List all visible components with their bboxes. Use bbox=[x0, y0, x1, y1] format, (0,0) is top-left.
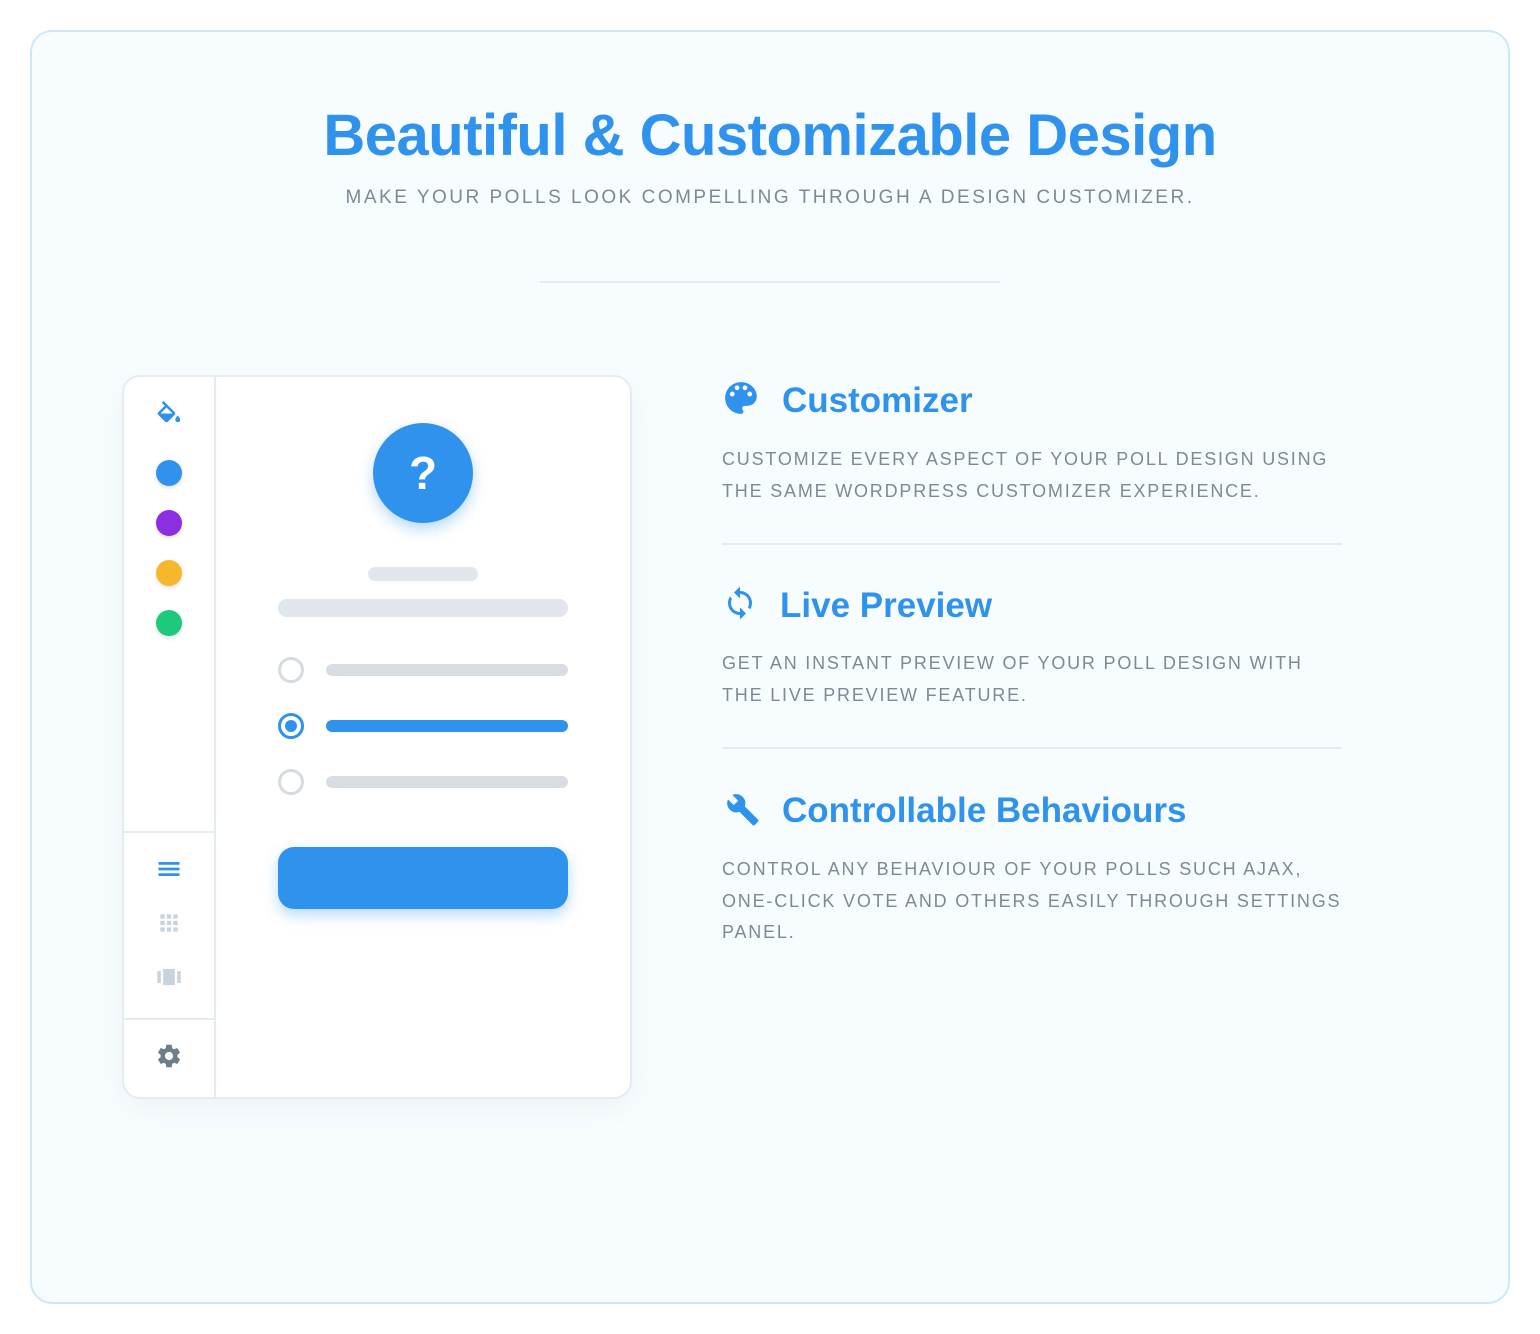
skeleton-subtitle bbox=[368, 567, 478, 581]
carousel-icon[interactable] bbox=[155, 963, 183, 996]
feature-desc: CONTROL ANY BEHAVIOUR OF YOUR POLLS SUCH… bbox=[722, 854, 1342, 949]
wrench-icon bbox=[722, 789, 760, 832]
feature-desc: CUSTOMIZE EVERY ASPECT OF YOUR POLL DESI… bbox=[722, 444, 1342, 507]
sidebar-colors-section bbox=[124, 377, 214, 833]
gear-icon[interactable] bbox=[155, 1042, 183, 1075]
option-line bbox=[326, 776, 568, 788]
fill-icon bbox=[154, 401, 184, 436]
poll-option-1[interactable] bbox=[278, 657, 568, 683]
mockup-sidebar bbox=[124, 377, 216, 1097]
feature-live-preview: Live Preview GET AN INSTANT PREVIEW OF Y… bbox=[722, 543, 1342, 747]
sync-icon bbox=[722, 585, 758, 626]
menu-icon[interactable] bbox=[155, 855, 183, 888]
feature-behaviours: Controllable Behaviours CONTROL ANY BEHA… bbox=[722, 747, 1342, 985]
option-line bbox=[326, 664, 568, 676]
swatch-blue[interactable] bbox=[156, 460, 182, 486]
sidebar-settings-section bbox=[124, 1020, 214, 1097]
poll-option-2[interactable] bbox=[278, 713, 568, 739]
feature-desc: GET AN INSTANT PREVIEW OF YOUR POLL DESI… bbox=[722, 648, 1342, 711]
panel-content: ? bbox=[122, 375, 1418, 1099]
feature-list: Customizer CUSTOMIZE EVERY ASPECT OF YOU… bbox=[722, 379, 1342, 985]
panel-title: Beautiful & Customizable Design bbox=[122, 102, 1418, 169]
sidebar-layout-section bbox=[124, 833, 214, 1020]
radio-checked-icon bbox=[278, 713, 304, 739]
swatch-purple[interactable] bbox=[156, 510, 182, 536]
swatch-green[interactable] bbox=[156, 610, 182, 636]
feature-title: Controllable Behaviours bbox=[782, 791, 1187, 831]
poll-option-3[interactable] bbox=[278, 769, 568, 795]
feature-panel: Beautiful & Customizable Design MAKE YOU… bbox=[30, 30, 1510, 1304]
divider bbox=[540, 281, 1000, 283]
option-line bbox=[326, 720, 568, 732]
skeleton-title bbox=[278, 599, 568, 617]
question-badge: ? bbox=[373, 423, 473, 523]
palette-icon bbox=[722, 379, 760, 422]
radio-unchecked-icon bbox=[278, 657, 304, 683]
design-mockup: ? bbox=[122, 375, 632, 1099]
radio-unchecked-icon bbox=[278, 769, 304, 795]
feature-title: Live Preview bbox=[780, 586, 992, 626]
question-mark: ? bbox=[409, 446, 437, 500]
swatch-orange[interactable] bbox=[156, 560, 182, 586]
panel-header: Beautiful & Customizable Design MAKE YOU… bbox=[122, 102, 1418, 283]
poll-options bbox=[278, 657, 568, 795]
feature-title: Customizer bbox=[782, 381, 973, 421]
feature-customizer: Customizer CUSTOMIZE EVERY ASPECT OF YOU… bbox=[722, 379, 1342, 543]
vote-button[interactable] bbox=[278, 847, 568, 909]
mockup-preview: ? bbox=[216, 377, 630, 1097]
panel-subtitle: MAKE YOUR POLLS LOOK COMPELLING THROUGH … bbox=[122, 187, 1418, 209]
grid-icon[interactable] bbox=[156, 910, 182, 941]
